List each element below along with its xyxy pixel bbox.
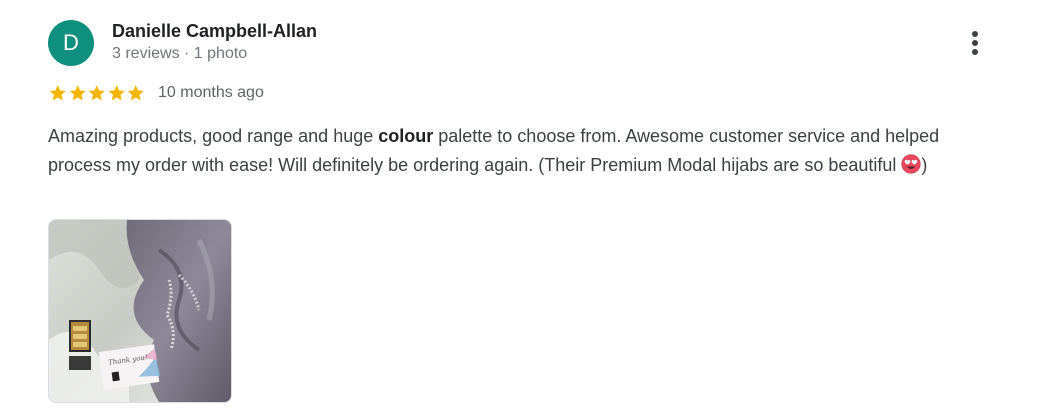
review-text-part: ): [921, 155, 928, 175]
review-text-part: Amazing products, good range and huge: [48, 126, 379, 146]
avatar[interactable]: D: [48, 20, 94, 66]
star-icon: [108, 85, 125, 101]
author-name[interactable]: Danielle Campbell-Allan: [112, 21, 317, 42]
more-vert-icon-dot: [972, 40, 978, 46]
more-options-button[interactable]: [958, 26, 992, 60]
star-icon: [49, 85, 66, 101]
avatar-initial: D: [63, 30, 79, 55]
heart-eyes-emoji-icon: [901, 154, 921, 174]
star-icon: [127, 85, 144, 101]
more-vert-icon-dot: [972, 49, 978, 55]
review-time: 10 months ago: [158, 84, 264, 101]
review-text: Amazing products, good range and huge co…: [48, 122, 998, 180]
review-card: D Danielle Campbell-Allan 3 reviews · 1 …: [0, 0, 1045, 415]
review-photo[interactable]: Thank you!: [48, 219, 232, 403]
more-vert-icon: [972, 31, 978, 37]
review-text-bold: colour: [378, 126, 434, 146]
star-rating: [48, 82, 146, 104]
star-icon: [88, 85, 105, 101]
author-meta: 3 reviews · 1 photo: [112, 45, 248, 62]
star-icon: [69, 85, 86, 101]
